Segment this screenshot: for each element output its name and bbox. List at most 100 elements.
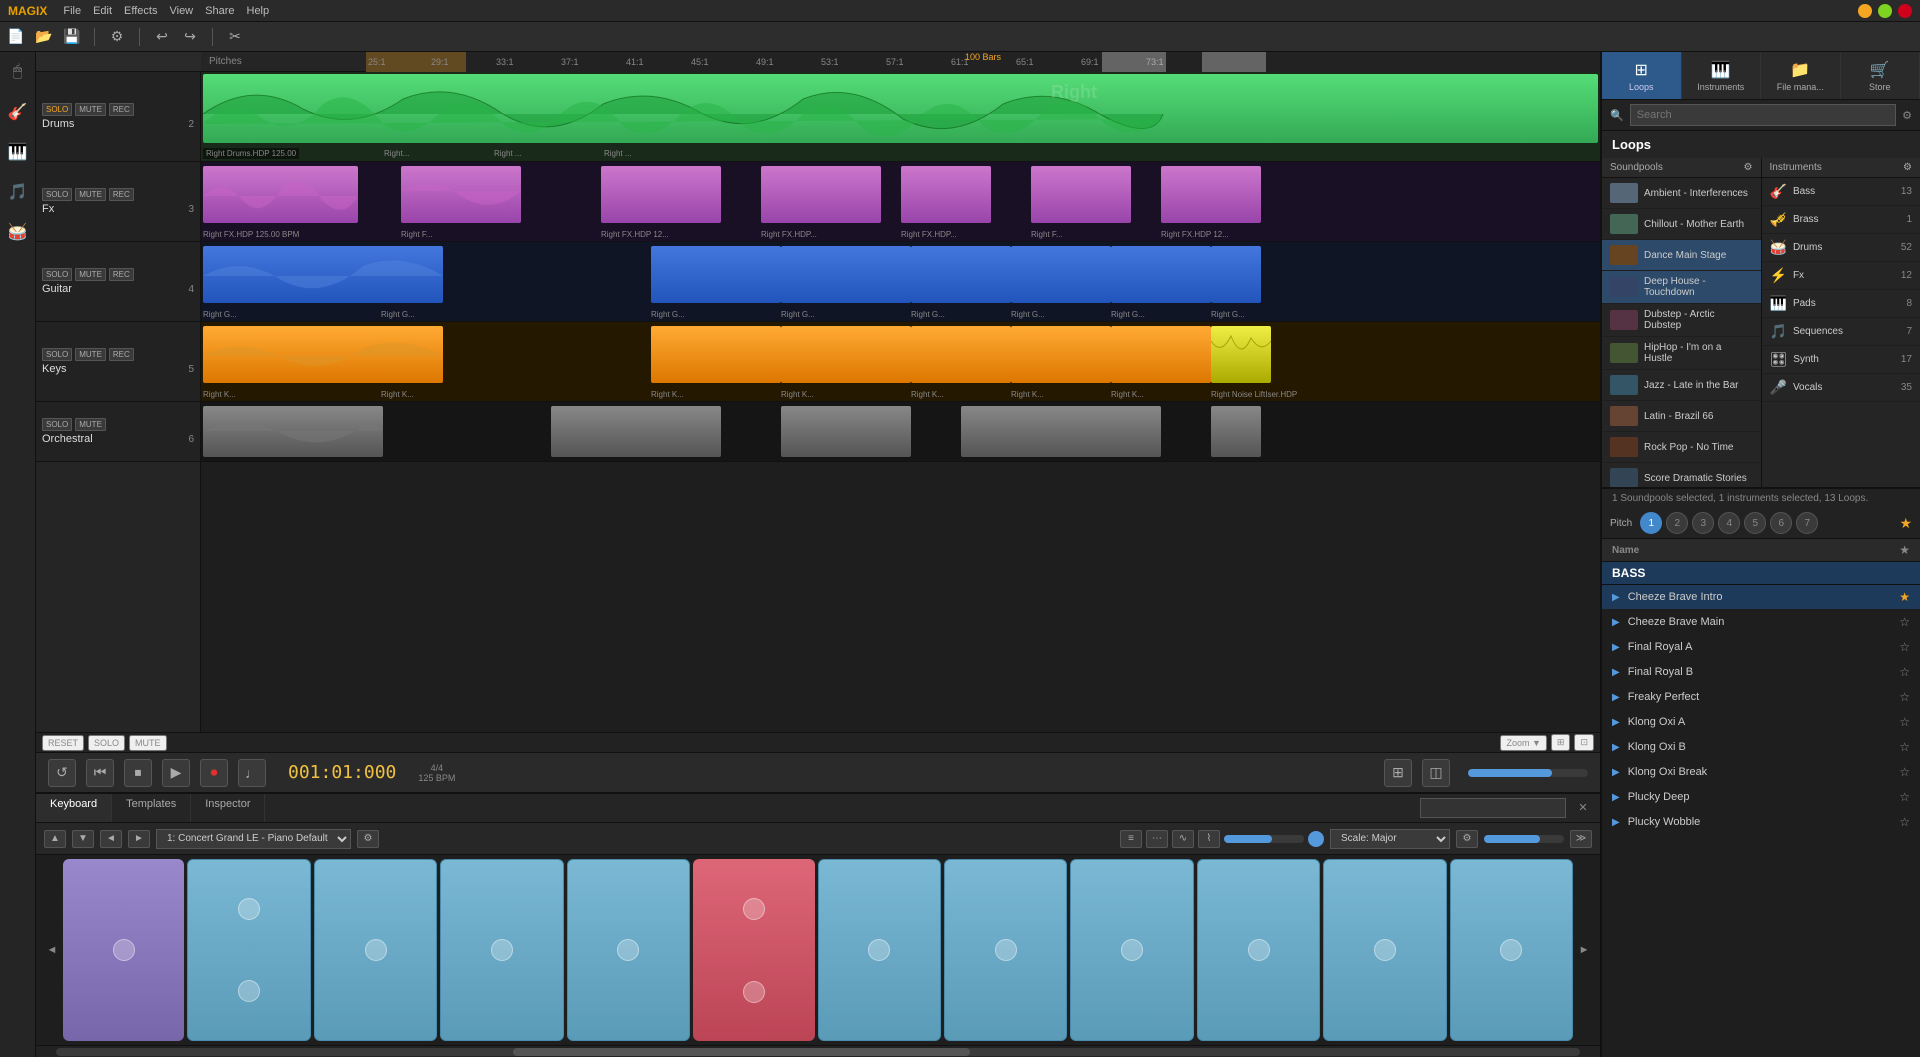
maximize-button[interactable] [1878,4,1892,18]
stop-btn[interactable]: ⏹ [124,759,152,787]
left-icon-mouse[interactable]: 🖱 [6,60,30,84]
kb-next[interactable]: ► [128,830,150,848]
loop-item-cheeze-intro[interactable]: ▶ Cheeze Brave Intro ★ [1602,585,1920,610]
pitch-btn-6[interactable]: 6 [1770,512,1792,534]
guitar-rec-btn[interactable]: REC [109,268,134,281]
fx-clip-2[interactable] [401,166,521,223]
piano-scrollbar-thumb[interactable] [513,1048,970,1056]
loop-star-3[interactable]: ☆ [1899,640,1910,654]
keyboard-search[interactable] [1420,798,1566,818]
toolbar-cut[interactable]: ✂ [225,27,245,47]
pitch-btn-2[interactable]: 2 [1666,512,1688,534]
metronome-btn[interactable]: ♩ [238,759,266,787]
drums-rec-btn[interactable]: REC [109,103,134,116]
toolbar-save[interactable]: 💾 [62,27,82,47]
orch-clip-2[interactable] [551,406,721,457]
fx-clip-5[interactable] [901,166,991,223]
piano-ctrl-3[interactable]: ∿ [1172,830,1194,848]
piano-key-3[interactable] [314,859,437,1041]
kb-nav-down[interactable]: ▼ [72,830,94,848]
loop-item-klong-b[interactable]: ▶ Klong Oxi B ☆ [1602,735,1920,760]
soundpool-rockpop[interactable]: Rock Pop - No Time [1602,432,1761,463]
loop-star-7[interactable]: ☆ [1899,740,1910,754]
piano-key-12[interactable] [1450,859,1573,1041]
keys-clip-1[interactable] [203,326,443,383]
guitar-clip-7[interactable] [1211,246,1261,303]
guitar-clip-2[interactable] [651,246,781,303]
preview-btn[interactable]: ◫ [1422,759,1450,787]
menu-help[interactable]: Help [247,5,270,17]
loop-item-plucky-wobble[interactable]: ▶ Plucky Wobble ☆ [1602,810,1920,835]
grid-btn[interactable]: ⊞ [1551,734,1571,751]
piano-key-10[interactable] [1197,859,1320,1041]
menu-file[interactable]: File [63,5,81,17]
soundpools-settings-icon[interactable]: ⚙ [1744,162,1753,173]
fx-lane[interactable]: Right FX.HDP 125.00 BPM Right F... Right… [201,162,1600,242]
guitar-lane[interactable]: Right G... Right G... Right G... Right G… [201,242,1600,322]
scale-select[interactable]: Scale: Major [1330,829,1450,849]
soundpool-latin[interactable]: Latin - Brazil 66 [1602,401,1761,432]
guitar-mute-btn[interactable]: MUTE [75,268,106,281]
piano-ctrl-1[interactable]: ≡ [1120,830,1142,848]
tab-store[interactable]: 🛒 Store [1841,52,1920,99]
instrument-drums[interactable]: 🥁 Drums 52 [1762,234,1920,262]
piano-key-5[interactable] [567,859,690,1041]
tab-instruments[interactable]: 🎹 Instruments [1682,52,1762,99]
record-indicator[interactable] [1308,831,1324,847]
keys-solo-btn[interactable]: SOLO [42,348,72,361]
guitar-clip-1[interactable] [203,246,443,303]
guitar-clip-4[interactable] [911,246,1011,303]
tab-keyboard[interactable]: Keyboard [36,794,112,822]
tab-loops[interactable]: ⊞ Loops [1602,52,1682,99]
instrument-bass[interactable]: 🎸 Bass 13 [1762,178,1920,206]
keys-clip-5[interactable] [1011,326,1111,383]
piano-key-7[interactable] [818,859,941,1041]
piano-ctrl-2[interactable]: ⋯ [1146,830,1168,848]
keys-clip-6[interactable] [1111,326,1211,383]
orch-clip-1[interactable] [203,406,383,457]
orch-mute-btn[interactable]: MUTE [75,418,106,431]
orch-clip-5[interactable] [1211,406,1261,457]
loop-star-10[interactable]: ☆ [1899,815,1910,829]
solo-all-btn[interactable]: SOLO [88,735,125,751]
kb-more[interactable]: ≫ [1570,830,1592,848]
soundpool-ambient[interactable]: Ambient - Interferences [1602,178,1761,209]
orch-solo-btn[interactable]: SOLO [42,418,72,431]
pitch-btn-7[interactable]: 7 [1796,512,1818,534]
menu-effects[interactable]: Effects [124,5,157,17]
search-input[interactable] [1630,104,1896,126]
fx-mute-btn[interactable]: MUTE [75,188,106,201]
toolbar-open[interactable]: 📂 [34,27,54,47]
soundpool-dubstep[interactable]: Dubstep - Arctic Dubstep [1602,304,1761,337]
piano-key-9[interactable] [1070,859,1193,1041]
keys-rec-btn[interactable]: REC [109,348,134,361]
keys-lane[interactable]: Right K... Right K... Right K... Right K… [201,322,1600,402]
tab-inspector[interactable]: Inspector [191,794,265,822]
piano-key-4[interactable] [440,859,563,1041]
keys-clip-3[interactable] [781,326,911,383]
piano-key-6[interactable] [693,859,814,1041]
piano-scroll-right[interactable]: ► [1576,859,1592,1041]
tab-templates[interactable]: Templates [112,794,191,822]
toolbar-settings[interactable]: ⚙ [107,27,127,47]
left-icon-guitar[interactable]: 🎵 [6,180,30,204]
velocity-slider[interactable] [1484,835,1564,843]
guitar-clip-5[interactable] [1011,246,1111,303]
piano-key-8[interactable] [944,859,1067,1041]
drums-solo-btn[interactable]: SOLO [42,103,72,116]
instrument-synth[interactable]: 🎛 Synth 17 [1762,346,1920,374]
reset-btn[interactable]: RESET [42,735,84,751]
keys-clip-4[interactable] [911,326,1011,383]
pitch-btn-1[interactable]: 1 [1640,512,1662,534]
kb-settings[interactable]: ⚙ [357,830,379,848]
loop-star-2[interactable]: ☆ [1899,615,1910,629]
pitch-btn-4[interactable]: 4 [1718,512,1740,534]
piano-key-11[interactable] [1323,859,1446,1041]
record-btn[interactable]: ⏺ [200,759,228,787]
loop-item-klong-a[interactable]: ▶ Klong Oxi A ☆ [1602,710,1920,735]
drums-lane[interactable]: Right Drums.HDP 125.00 Right... Right ..… [201,72,1600,162]
instrument-select[interactable]: 1: Concert Grand LE - Piano Default [156,829,351,849]
loop-star-4[interactable]: ☆ [1899,665,1910,679]
loop-item-plucky-deep[interactable]: ▶ Plucky Deep ☆ [1602,785,1920,810]
settings-icon[interactable]: ⚙ [1902,109,1912,122]
